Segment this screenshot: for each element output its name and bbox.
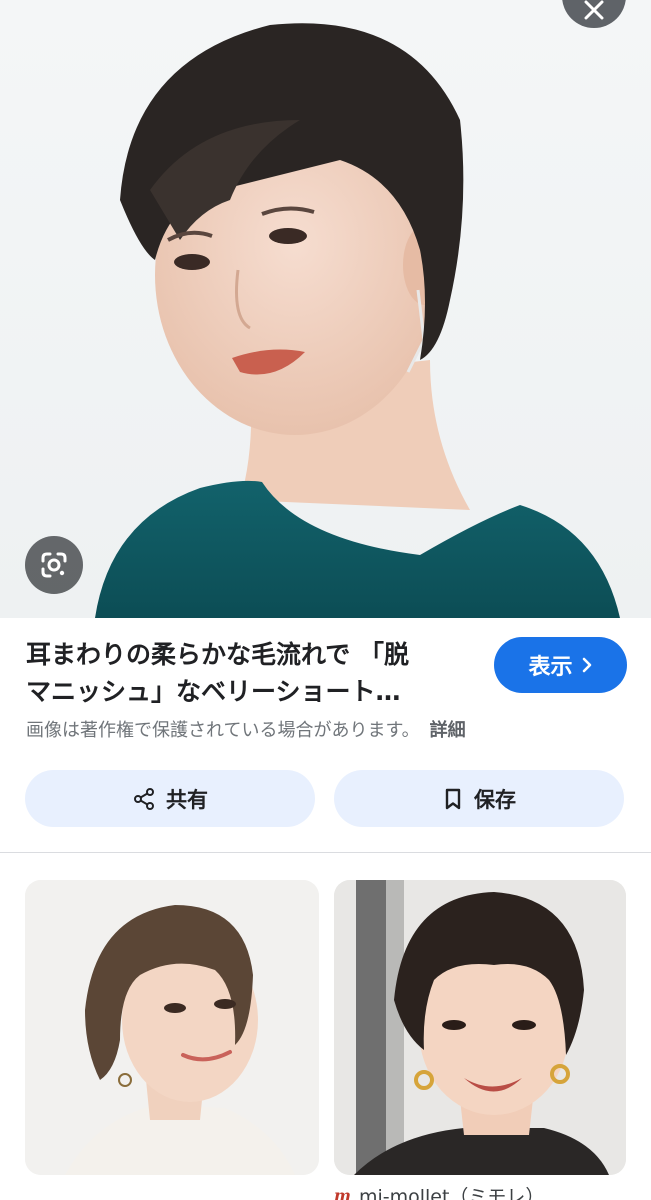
main-image[interactable]	[0, 0, 651, 618]
source-logo: m	[334, 1186, 351, 1200]
related-image-right[interactable]	[334, 880, 626, 1175]
related-image-left[interactable]	[25, 880, 319, 1175]
visit-button-label: 表示	[528, 655, 573, 680]
related-portrait-right	[334, 880, 626, 1175]
details-link[interactable]: 詳細	[430, 720, 466, 741]
close-icon	[584, 0, 604, 20]
visit-button[interactable]: 表示	[494, 637, 627, 693]
bookmark-icon	[445, 788, 461, 809]
copyright-text: 画像は著作権で保護されている場合があります。	[26, 720, 420, 741]
share-icon	[134, 787, 154, 810]
save-label: 保存	[474, 787, 516, 812]
copyright-notice: 画像は著作権で保護されている場合があります。 詳細	[26, 716, 466, 742]
lens-button[interactable]	[25, 536, 83, 594]
related-source-right[interactable]: m mi-mollet（ミモレ）	[334, 1182, 544, 1200]
source-name: mi-mollet（ミモレ）	[358, 1186, 545, 1200]
result-title-line1: 耳まわりの柔らかな毛流れで 「脱	[26, 640, 409, 669]
share-button[interactable]: 共有	[25, 770, 315, 827]
save-button[interactable]: 保存	[334, 770, 624, 827]
section-divider	[0, 852, 651, 853]
related-portrait-left	[25, 880, 319, 1175]
chevron-right-icon	[582, 657, 591, 673]
share-label: 共有	[166, 787, 208, 812]
portrait-illustration	[95, 23, 620, 618]
result-title-line2: マニッシュ」なベリーショート…	[26, 677, 401, 706]
google-lens-icon	[41, 552, 67, 578]
result-title[interactable]: 耳まわりの柔らかな毛流れで 「脱 マニッシュ」なベリーショート…	[26, 636, 476, 710]
image-viewer-page: 耳まわりの柔らかな毛流れで 「脱 マニッシュ」なベリーショート… 表示 画像は著…	[0, 0, 651, 1200]
